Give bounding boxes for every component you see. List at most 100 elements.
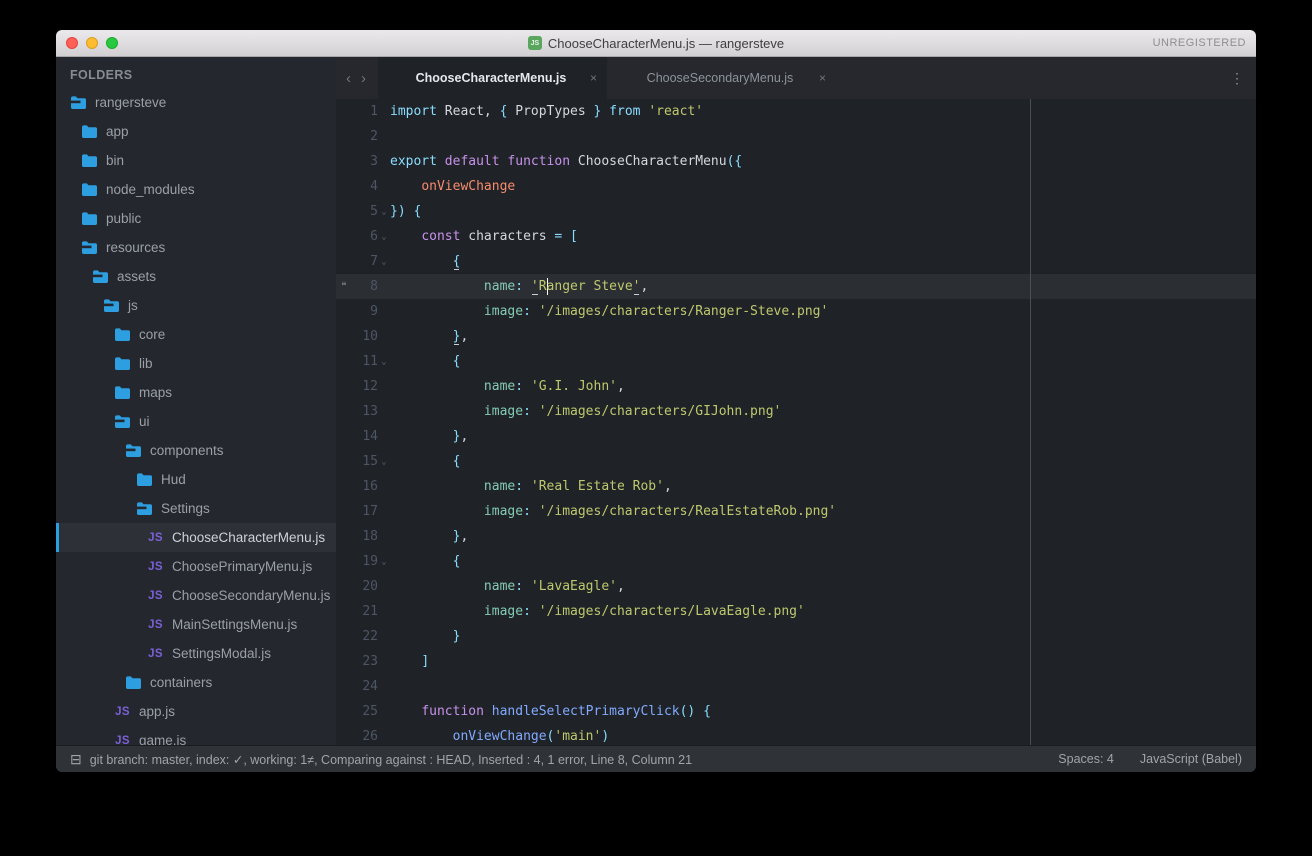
- code-text: }: [390, 629, 460, 644]
- sidebar-item-containers[interactable]: containers: [56, 668, 336, 697]
- close-window-button[interactable]: [66, 37, 78, 49]
- sidebar-item-js[interactable]: js: [56, 291, 336, 320]
- sidebar-item-app-js[interactable]: JSapp.js: [56, 697, 336, 726]
- line-number: 13: [352, 404, 378, 419]
- sidebar-item-assets[interactable]: assets: [56, 262, 336, 291]
- sidebar-item-ui[interactable]: ui: [56, 407, 336, 436]
- sidebar-item-choosecharactermenu-js[interactable]: JSChooseCharacterMenu.js: [56, 523, 336, 552]
- sidebar-item-label: lib: [139, 356, 153, 371]
- code-line-22[interactable]: 22 }: [336, 624, 1256, 649]
- unregistered-badge: UNREGISTERED: [1153, 37, 1246, 49]
- editor-column: ‹ › ChooseCharacterMenu.js×ChooseSeconda…: [336, 57, 1256, 745]
- code-line-10[interactable]: 10 },: [336, 324, 1256, 349]
- prev-tab-icon[interactable]: ‹: [346, 70, 351, 87]
- code-line-20[interactable]: 20 name: 'LavaEagle',: [336, 574, 1256, 599]
- sidebar-item-bin[interactable]: bin: [56, 146, 336, 175]
- code-line-5[interactable]: 5⌄}) {: [336, 199, 1256, 224]
- folder-icon: [81, 154, 98, 167]
- code-line-16[interactable]: 16 name: 'Real Estate Rob',: [336, 474, 1256, 499]
- code-editor[interactable]: 1import React, { PropTypes } from 'react…: [336, 99, 1256, 745]
- code-line-11[interactable]: 11⌄ {: [336, 349, 1256, 374]
- code-line-19[interactable]: 19⌄ {: [336, 549, 1256, 574]
- code-line-23[interactable]: 23 ]: [336, 649, 1256, 674]
- code-line-12[interactable]: 12 name: 'G.I. John',: [336, 374, 1256, 399]
- fold-arrow-icon[interactable]: ⌄: [378, 232, 390, 242]
- code-line-8[interactable]: ❝8 name: 'Ranger Steve',: [336, 274, 1256, 299]
- sidebar-item-settingsmodal-js[interactable]: JSSettingsModal.js: [56, 639, 336, 668]
- sidebar-item-label: assets: [117, 269, 156, 284]
- code-line-26[interactable]: 26 onViewChange('main'): [336, 724, 1256, 745]
- sidebar-item-settings[interactable]: Settings: [56, 494, 336, 523]
- code-line-24[interactable]: 24: [336, 674, 1256, 699]
- document-icon: JS: [528, 36, 542, 50]
- sidebar-item-resources[interactable]: resources: [56, 233, 336, 262]
- code-line-2[interactable]: 2: [336, 124, 1256, 149]
- sidebar-item-components[interactable]: components: [56, 436, 336, 465]
- code-line-3[interactable]: 3export default function ChooseCharacter…: [336, 149, 1256, 174]
- code-line-1[interactable]: 1import React, { PropTypes } from 'react…: [336, 99, 1256, 124]
- sidebar-item-label: Settings: [161, 501, 210, 516]
- sidebar-item-rangersteve[interactable]: rangersteve: [56, 88, 336, 117]
- sidebar-item-label: MainSettingsMenu.js: [172, 617, 297, 632]
- tab-strip: ChooseCharacterMenu.js×ChooseSecondaryMe…: [378, 57, 836, 99]
- sidebar-item-chooseprimarymenu-js[interactable]: JSChoosePrimaryMenu.js: [56, 552, 336, 581]
- sidebar-item-core[interactable]: core: [56, 320, 336, 349]
- sidebar-item-game-js[interactable]: JSgame.js: [56, 726, 336, 745]
- line-number: 8: [352, 279, 378, 294]
- folder-icon: [136, 473, 153, 486]
- sidebar-item-label: app: [106, 124, 129, 139]
- zoom-window-button[interactable]: [106, 37, 118, 49]
- tab-choosesecondarymenu-js[interactable]: ChooseSecondaryMenu.js×: [607, 57, 836, 99]
- app-window: JS ChooseCharacterMenu.js — rangersteve …: [56, 30, 1256, 772]
- sidebar-item-lib[interactable]: lib: [56, 349, 336, 378]
- code-line-9[interactable]: 9 image: '/images/characters/Ranger-Stev…: [336, 299, 1256, 324]
- sidebar-item-app[interactable]: app: [56, 117, 336, 146]
- sidebar-item-label: ui: [139, 414, 150, 429]
- js-file-icon: JS: [147, 619, 164, 631]
- close-tab-icon[interactable]: ×: [590, 71, 597, 85]
- folder-tree: rangersteve app binnode_modulespublicresou…: [56, 88, 336, 745]
- git-status-icon[interactable]: ⊟: [70, 751, 82, 768]
- code-text: {: [390, 454, 460, 469]
- sidebar-item-maps[interactable]: maps: [56, 378, 336, 407]
- code-line-14[interactable]: 14 },: [336, 424, 1256, 449]
- line-number: 17: [352, 504, 378, 519]
- code-line-17[interactable]: 17 image: '/images/characters/RealEstate…: [336, 499, 1256, 524]
- code-line-7[interactable]: 7⌄ {: [336, 249, 1256, 274]
- window-title: ChooseCharacterMenu.js — rangersteve: [548, 36, 784, 51]
- minimize-window-button[interactable]: [86, 37, 98, 49]
- folder-icon: [114, 357, 131, 370]
- code-line-15[interactable]: 15⌄ {: [336, 449, 1256, 474]
- code-line-13[interactable]: 13 image: '/images/characters/GIJohn.png…: [336, 399, 1256, 424]
- tab-overflow-icon[interactable]: ⋮: [1230, 57, 1244, 99]
- sidebar-item-node-modules[interactable]: node_modules: [56, 175, 336, 204]
- code-line-25[interactable]: 25 function handleSelectPrimaryClick() {: [336, 699, 1256, 724]
- code-line-21[interactable]: 21 image: '/images/characters/LavaEagle.…: [336, 599, 1256, 624]
- fold-arrow-icon[interactable]: ⌄: [378, 457, 390, 467]
- window-controls: [66, 37, 118, 49]
- line-number: 10: [352, 329, 378, 344]
- code-text: image: '/images/characters/RealEstateRob…: [390, 504, 836, 519]
- fold-arrow-icon[interactable]: ⌄: [378, 357, 390, 367]
- next-tab-icon[interactable]: ›: [361, 70, 366, 87]
- sidebar-item-hud[interactable]: Hud: [56, 465, 336, 494]
- sidebar-item-mainsettingsmenu-js[interactable]: JS MainSettingsMenu.js: [56, 610, 336, 639]
- sidebar-item-public[interactable]: public: [56, 204, 336, 233]
- fold-arrow-icon[interactable]: ⌄: [378, 257, 390, 267]
- indentation-setting[interactable]: Spaces: 4: [1058, 752, 1114, 766]
- fold-arrow-icon[interactable]: ⌄: [378, 557, 390, 567]
- syntax-setting[interactable]: JavaScript (Babel): [1140, 752, 1242, 766]
- line-number: 14: [352, 429, 378, 444]
- code-line-18[interactable]: 18 },: [336, 524, 1256, 549]
- code-text: onViewChange: [390, 179, 515, 194]
- tab-choosecharactermenu-js[interactable]: ChooseCharacterMenu.js×: [378, 57, 607, 99]
- code-line-6[interactable]: 6⌄ const characters = [: [336, 224, 1256, 249]
- sidebar-item-choosesecondarymenu-js[interactable]: JSChooseSecondaryMenu.js: [56, 581, 336, 610]
- fold-arrow-icon[interactable]: ⌄: [378, 207, 390, 217]
- code-line-4[interactable]: 4 onViewChange: [336, 174, 1256, 199]
- line-number: 1: [352, 104, 378, 119]
- code-text: export default function ChooseCharacterM…: [390, 154, 742, 169]
- folder-open-icon: [70, 96, 87, 109]
- code-text: {: [390, 354, 460, 369]
- close-tab-icon[interactable]: ×: [819, 71, 826, 85]
